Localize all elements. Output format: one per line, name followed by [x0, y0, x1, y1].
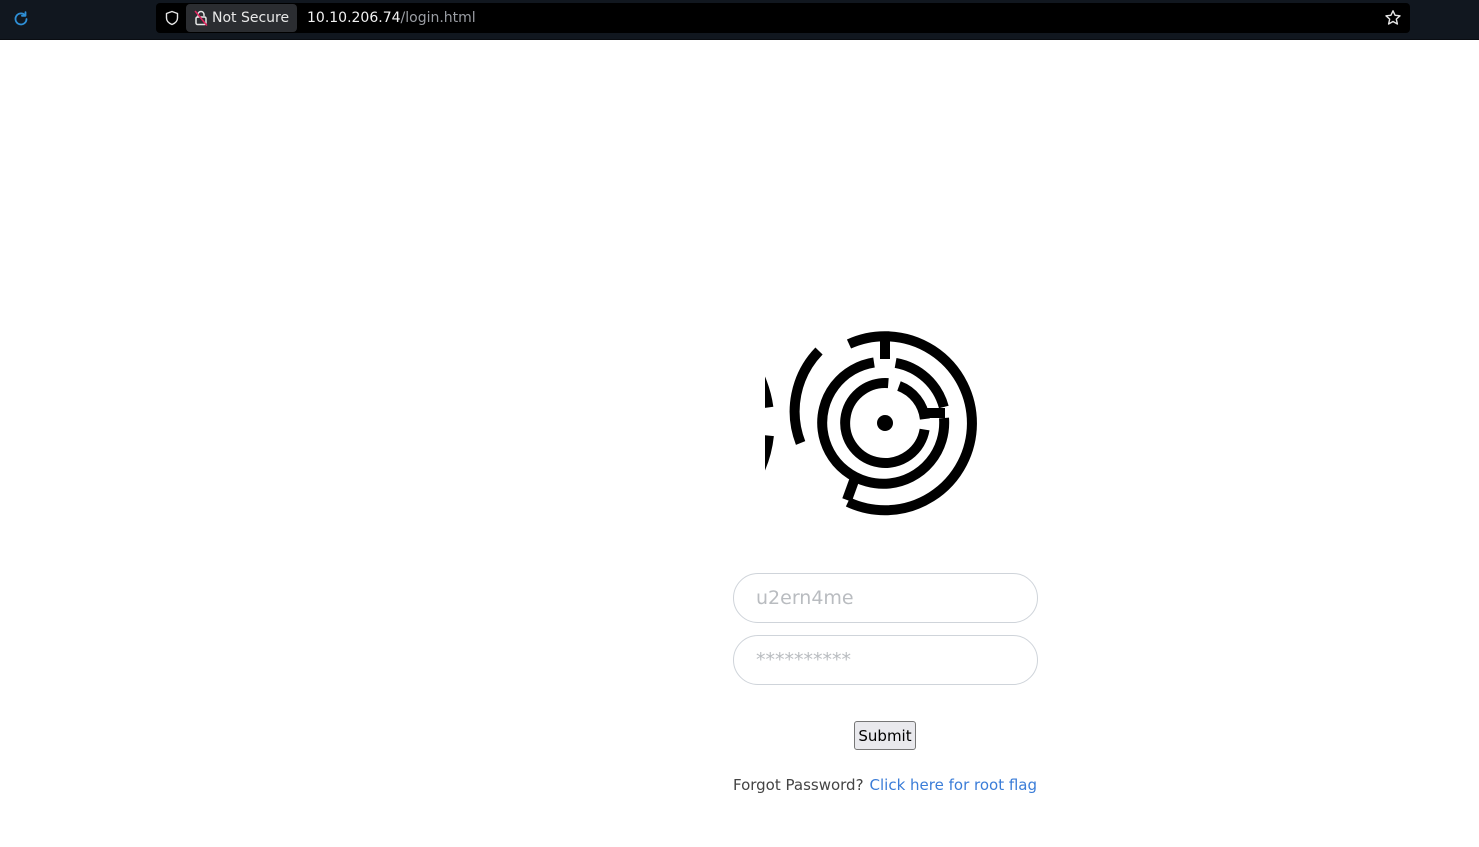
reload-icon	[14, 11, 28, 26]
url-host: 10.10.206.74	[307, 10, 401, 26]
submit-button[interactable]: Submit	[854, 721, 916, 750]
password-input[interactable]	[733, 635, 1038, 685]
url-text[interactable]: 10.10.206.74/login.html	[307, 3, 476, 33]
url-path: /login.html	[400, 10, 476, 26]
root-flag-link[interactable]: Click here for root flag	[870, 776, 1037, 794]
forgot-password-row: Forgot Password? Click here for root flag	[700, 776, 1070, 794]
address-bar[interactable]: Not Secure 10.10.206.74/login.html	[156, 3, 1410, 33]
reload-button[interactable]	[11, 9, 31, 29]
forgot-password-text: Forgot Password?	[732, 776, 864, 794]
security-label: Not Secure	[212, 10, 290, 26]
broken-lock-icon	[194, 10, 208, 26]
shield-icon[interactable]	[164, 10, 180, 26]
bookmark-star-icon[interactable]	[1384, 9, 1402, 27]
browser-toolbar: Not Secure 10.10.206.74/login.html	[0, 0, 1479, 40]
maze-logo	[765, 331, 977, 516]
security-indicator[interactable]: Not Secure	[186, 4, 298, 32]
username-input[interactable]	[733, 573, 1038, 623]
